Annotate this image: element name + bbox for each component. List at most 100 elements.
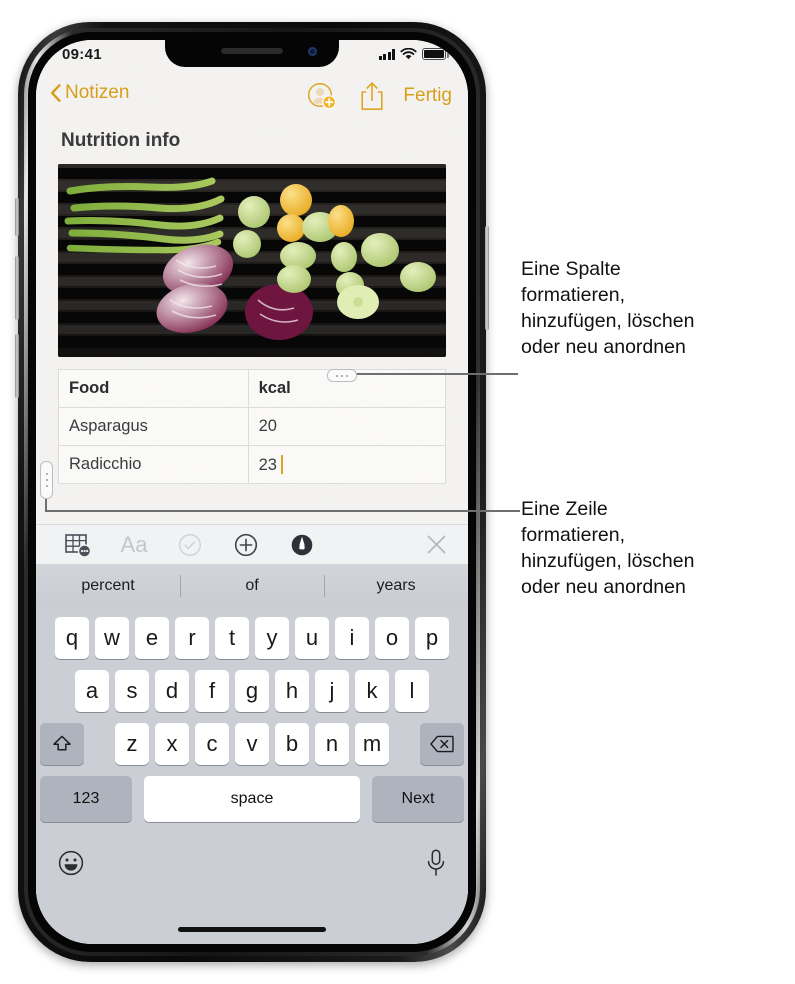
suggestion-3[interactable]: years [324, 577, 468, 595]
suggestion-1[interactable]: percent [36, 577, 180, 595]
key-t[interactable]: t [215, 617, 249, 659]
numbers-key[interactable]: 123 [40, 776, 132, 822]
key-p[interactable]: p [415, 617, 449, 659]
back-label: Notizen [65, 82, 130, 103]
keyboard-bottom-row [36, 833, 468, 877]
key-c[interactable]: c [195, 723, 229, 765]
predictive-text-bar: percent of years [36, 564, 468, 608]
key-q[interactable]: q [55, 617, 89, 659]
column-callout-leader [350, 373, 518, 375]
suggestion-2[interactable]: of [180, 577, 324, 595]
status-indicators [378, 48, 449, 60]
key-r[interactable]: r [175, 617, 209, 659]
key-i[interactable]: i [335, 617, 369, 659]
keyboard-row-3: zxcvbnm [36, 723, 468, 765]
row-callout-line-4: oder neu anordnen [521, 576, 686, 598]
note-photo[interactable] [58, 164, 446, 357]
close-icon [427, 535, 445, 554]
cell-kcal-radicchio-value: 23 [258, 455, 277, 474]
column-handle-icon[interactable] [327, 369, 357, 382]
column-callout: Eine Spalte formatieren, hinzufügen, lös… [521, 256, 795, 360]
add-person-button[interactable] [297, 78, 347, 114]
key-z[interactable]: z [115, 723, 149, 765]
cell-kcal-asparagus[interactable]: 20 [247, 407, 447, 446]
text-format-button[interactable]: Aa [106, 526, 162, 564]
power-button[interactable] [485, 226, 489, 330]
key-f[interactable]: f [195, 670, 229, 712]
table-row: Radicchio 23 [58, 445, 447, 484]
key-b[interactable]: b [275, 723, 309, 765]
table-header-food[interactable]: Food [58, 369, 249, 408]
key-s[interactable]: s [115, 670, 149, 712]
volume-up-button[interactable] [15, 256, 19, 320]
notch [165, 40, 339, 67]
mute-switch[interactable] [15, 198, 19, 236]
column-callout-line-2: formatieren, [521, 284, 626, 306]
checklist-button[interactable] [162, 526, 218, 564]
key-u[interactable]: u [295, 617, 329, 659]
share-button[interactable] [347, 78, 397, 114]
battery-full-icon [422, 48, 449, 60]
emoji-smiley-icon[interactable] [58, 850, 84, 876]
format-toolbar-icons: Aa [36, 526, 408, 564]
cell-food-radicchio[interactable]: Radicchio [58, 445, 249, 484]
key-h[interactable]: h [275, 670, 309, 712]
cell-kcal-radicchio[interactable]: 23 [247, 445, 447, 484]
front-camera [308, 47, 317, 56]
markup-pen-icon [291, 534, 313, 555]
key-k[interactable]: k [355, 670, 389, 712]
key-d[interactable]: d [155, 670, 189, 712]
backspace-key[interactable] [420, 723, 464, 765]
key-g[interactable]: g [235, 670, 269, 712]
key-m[interactable]: m [355, 723, 389, 765]
keyboard-row-3-letters: zxcvbnm [115, 723, 389, 765]
row-handle-icon[interactable] [40, 461, 53, 499]
text-caret [280, 454, 283, 474]
keyboard-row-4: 123 space Next [36, 776, 468, 822]
return-key[interactable]: Next [372, 776, 464, 822]
phone-screen: 09:41 Notizen Fertig Nutrition info Food… [36, 40, 468, 944]
cell-food-asparagus[interactable]: Asparagus [58, 407, 249, 446]
table-options-button[interactable] [50, 526, 106, 564]
key-n[interactable]: n [315, 723, 349, 765]
done-button[interactable]: Fertig [397, 85, 468, 107]
space-key[interactable]: space [144, 776, 360, 822]
table-row: Asparagus 20 [58, 407, 447, 446]
add-attachment-button[interactable] [218, 526, 274, 564]
key-o[interactable]: o [375, 617, 409, 659]
column-callout-line-1: Eine Spalte [521, 258, 621, 280]
key-l[interactable]: l [395, 670, 429, 712]
column-callout-line-4: oder neu anordnen [521, 336, 686, 358]
key-y[interactable]: y [255, 617, 289, 659]
checklist-icon [178, 533, 202, 556]
table-header-row: Food kcal [58, 369, 447, 408]
key-j[interactable]: j [315, 670, 349, 712]
back-to-notes-button[interactable]: Notizen [50, 82, 129, 104]
markup-pen-button[interactable] [274, 526, 330, 564]
note-title[interactable]: Nutrition info [61, 130, 446, 152]
volume-down-button[interactable] [15, 334, 19, 398]
note-content: Nutrition info Food kcal Asparagus 20 Ra… [36, 118, 468, 484]
key-a[interactable]: a [75, 670, 109, 712]
earpiece-speaker [221, 48, 283, 54]
row-callout-line-3: hinzufügen, löschen [521, 550, 695, 572]
key-v[interactable]: v [235, 723, 269, 765]
microphone-icon[interactable] [426, 849, 446, 877]
row-callout-line-2: formatieren, [521, 524, 626, 546]
add-attachment-icon [234, 533, 258, 556]
row-callout: Eine Zeile formatieren, hinzufügen, lösc… [521, 496, 795, 600]
nav-actions: Fertig [297, 78, 468, 114]
row-callout-leader-horizontal [45, 510, 520, 512]
navigation-bar: Notizen Fertig [36, 74, 468, 118]
key-e[interactable]: e [135, 617, 169, 659]
close-toolbar-button[interactable] [408, 526, 464, 564]
keyboard-row-2: asdfghjkl [36, 670, 468, 712]
key-x[interactable]: x [155, 723, 189, 765]
key-w[interactable]: w [95, 617, 129, 659]
backspace-icon [430, 735, 454, 753]
format-toolbar: Aa [36, 524, 468, 564]
keyboard-row-1: qwertyuiop [36, 617, 468, 659]
shift-key[interactable] [40, 723, 84, 765]
nutrition-table[interactable]: Food kcal Asparagus 20 Radicchio 23 [58, 369, 447, 484]
home-indicator[interactable] [178, 927, 326, 932]
